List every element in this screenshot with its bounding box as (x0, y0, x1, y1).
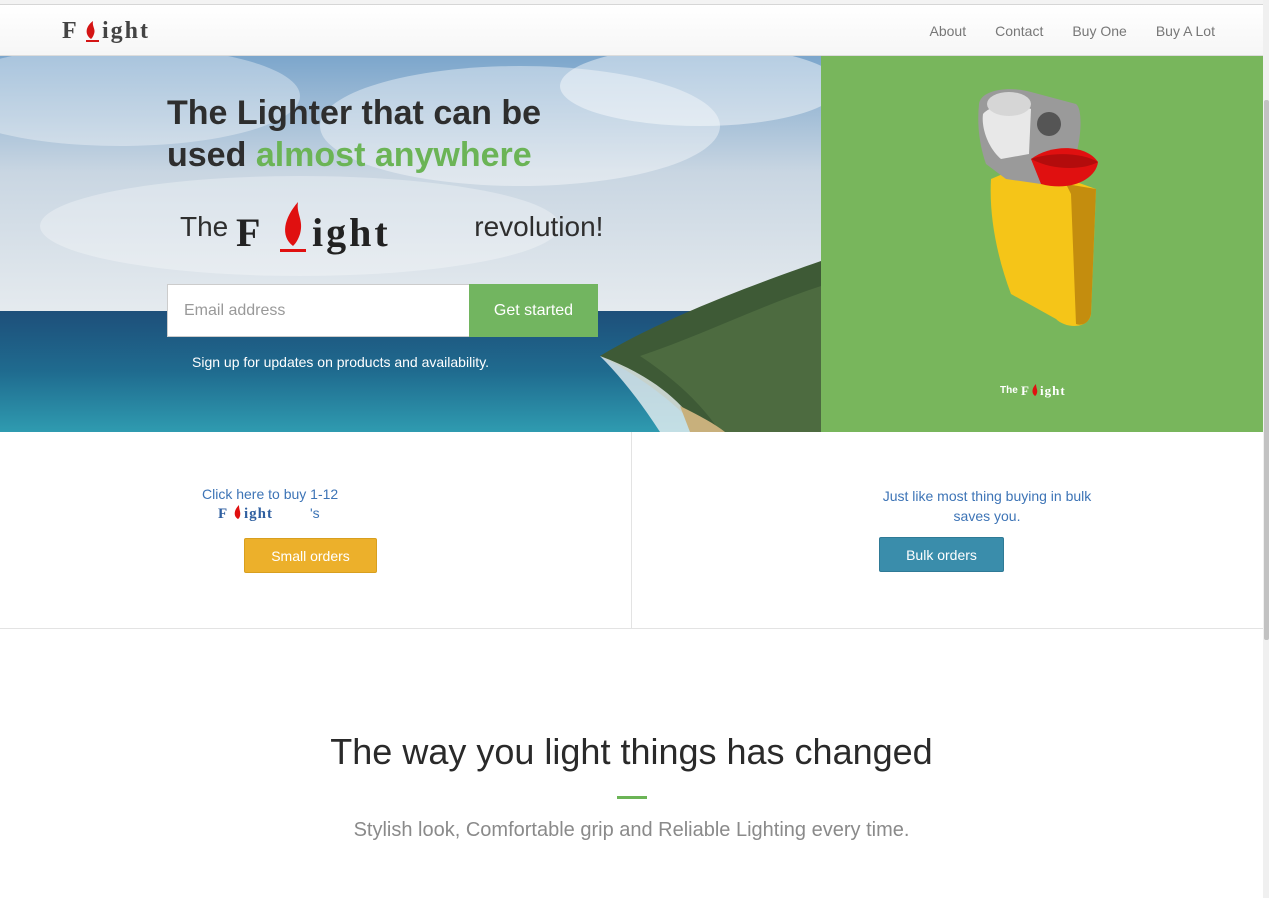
small-orders-logo-line[interactable]: F ight 's (218, 504, 320, 522)
signup-note: Sign up for updates on products and avai… (192, 354, 490, 370)
bulk-orders-button[interactable]: Bulk orders (879, 537, 1004, 572)
small-orders-suffix: 's (310, 505, 320, 521)
flame-icon (1032, 384, 1038, 396)
hero-title: The Lighter that can be used almost anyw… (167, 92, 647, 176)
section-divider (617, 796, 647, 799)
hero-title-accent: almost anywhere (255, 136, 532, 174)
order-options: Click here to buy 1-12 F ight 's Small o… (0, 432, 1263, 629)
email-input[interactable] (167, 284, 469, 337)
nav-about[interactable]: About (930, 23, 967, 39)
small-orders-text[interactable]: Click here to buy 1-12 (202, 486, 338, 502)
navbar: F ight About Contact Buy One Buy A Lot (0, 5, 1263, 56)
logo-prefix: F (62, 18, 77, 44)
flight-logo-small: F ight (1021, 383, 1066, 398)
hero-title-line2: used almost anywhere (167, 134, 647, 176)
small-orders-column: Click here to buy 1-12 F ight 's Small o… (0, 432, 632, 628)
flight-logo-blue: F ight (218, 505, 273, 522)
nav-buy-a-lot[interactable]: Buy A Lot (1156, 23, 1215, 39)
section-title: The way you light things has changed (330, 731, 933, 772)
revolution-suffix: revolution! (474, 211, 604, 242)
svg-text:ight: ight (244, 506, 273, 522)
section-subtitle: Stylish look, Comfortable grip and Relia… (353, 819, 910, 841)
panel-brand-prefix: The (1000, 384, 1018, 396)
svg-text:ight: ight (1040, 383, 1066, 398)
flame-icon (285, 202, 302, 246)
logo-suffix: ight (102, 18, 150, 44)
hero-title-prefix: used (167, 136, 256, 174)
svg-text:F: F (1021, 383, 1029, 398)
lighter-product-image (978, 89, 1098, 326)
scrollbar-thumb[interactable] (1264, 100, 1269, 640)
signup-form: Get started (167, 284, 598, 337)
svg-text:ight: ight (312, 210, 391, 255)
panel-brand: The F ight (1000, 382, 1100, 398)
bulk-orders-column: Just like most thing buying in bulk save… (632, 432, 1263, 628)
small-orders-button[interactable]: Small orders (244, 538, 377, 573)
svg-text:F: F (218, 506, 227, 522)
svg-text:F: F (236, 210, 260, 255)
nav-buy-one[interactable]: Buy One (1072, 23, 1126, 39)
flame-icon (234, 505, 241, 519)
nav-contact[interactable]: Contact (995, 23, 1043, 39)
nav-menu: About Contact Buy One Buy A Lot (901, 5, 1216, 56)
brand-logo[interactable]: F ight (62, 17, 192, 45)
flight-logo-large: F ight (236, 202, 391, 255)
revolution-tagline: The F ight revolution! (180, 196, 603, 258)
bulk-orders-text: Just like most thing buying in bulk save… (882, 488, 1092, 524)
get-started-button[interactable]: Get started (469, 284, 598, 337)
hero-section: The Lighter that can be used almost anyw… (0, 56, 821, 432)
revolution-prefix: The (180, 211, 229, 242)
hero-title-line1: The Lighter that can be (167, 94, 542, 132)
flame-icon (86, 21, 95, 39)
product-panel: The F ight (821, 56, 1263, 432)
